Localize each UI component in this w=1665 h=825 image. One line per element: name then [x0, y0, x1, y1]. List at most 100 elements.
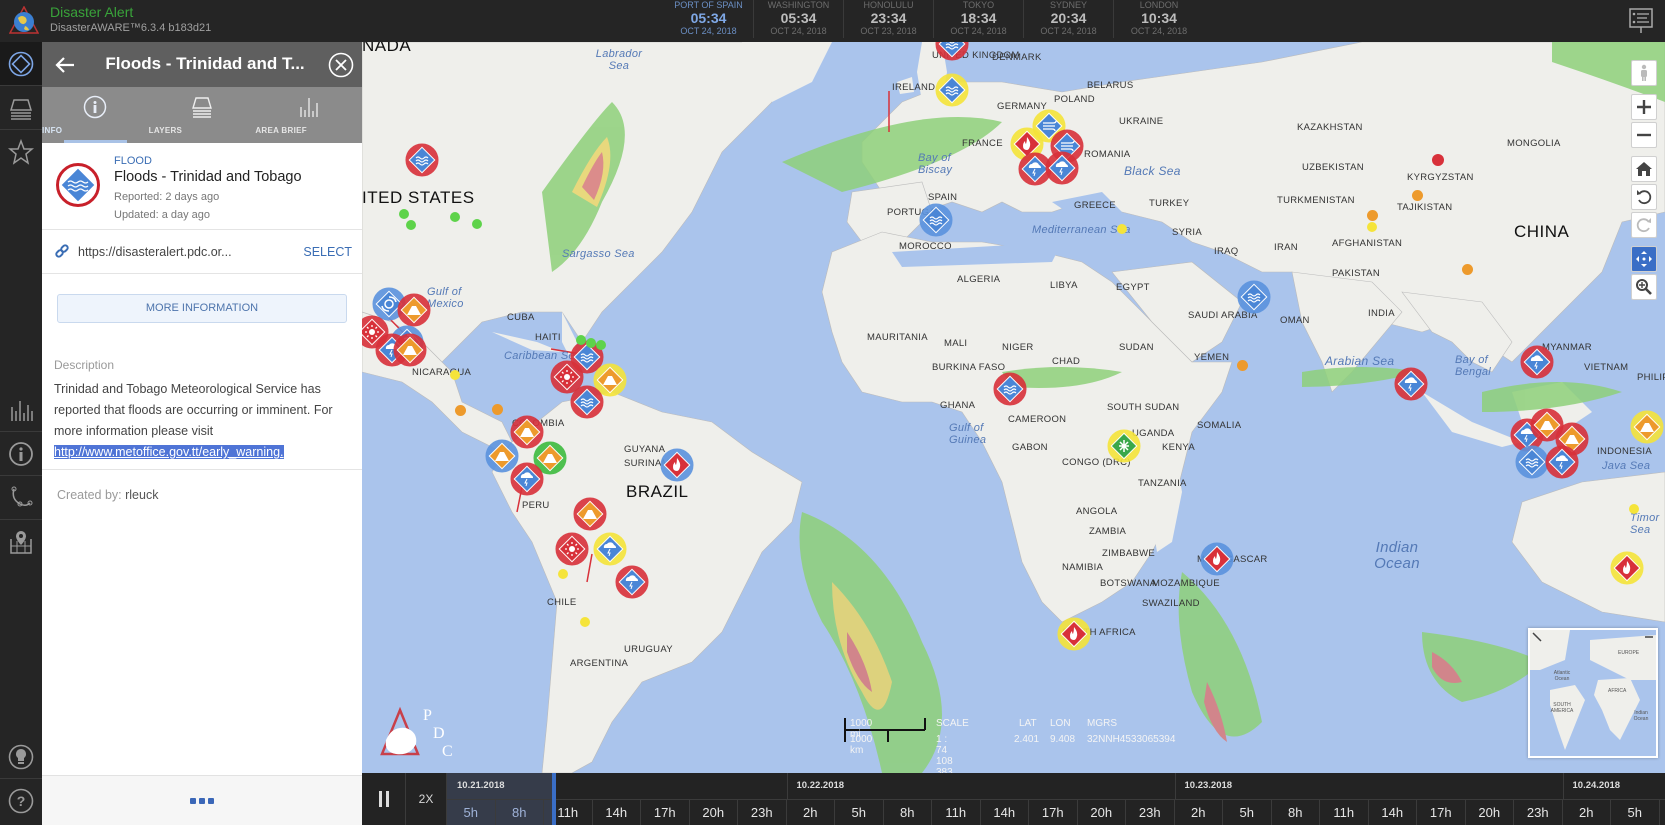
storm-marker[interactable]	[1520, 345, 1554, 379]
clock-port-of-spain[interactable]: PORT OF SPAIN 05:34 OCT 24, 2018	[664, 0, 754, 38]
zoom-out-button[interactable]	[1631, 122, 1657, 148]
street-view-button[interactable]	[1631, 60, 1657, 86]
wildfire-marker[interactable]	[1057, 617, 1091, 651]
timeline-hour[interactable]: 17h	[1029, 800, 1078, 825]
undo-button[interactable]	[1631, 184, 1657, 210]
alert-dot[interactable]	[1412, 190, 1423, 201]
clock-sydney[interactable]: SYDNEY 20:34 OCT 24, 2018	[1024, 0, 1114, 38]
tab-info[interactable]: INFO	[42, 87, 149, 143]
alert-dot[interactable]	[399, 209, 409, 219]
timeline-hour[interactable]: 11h	[932, 800, 981, 825]
timeline-hour[interactable]: 17h	[1417, 800, 1466, 825]
storm-marker[interactable]	[1545, 445, 1579, 479]
timeline-hour[interactable]: 8h	[1272, 800, 1320, 825]
overview-map[interactable]: EUROPE Atlantic Ocean AFRICA SOUTH AMERI…	[1528, 628, 1658, 758]
timeline-hour[interactable]: 2h	[1563, 800, 1611, 825]
alert-dot[interactable]	[1117, 224, 1127, 234]
rail-map-pin[interactable]	[0, 520, 42, 564]
flood-marker[interactable]	[935, 42, 969, 61]
alert-dot[interactable]	[1462, 264, 1473, 275]
alert-dot[interactable]	[586, 338, 596, 348]
alert-dot[interactable]	[406, 220, 416, 230]
alert-dot[interactable]	[1629, 504, 1639, 514]
storm-marker[interactable]	[615, 565, 649, 599]
more-information-button[interactable]: MORE INFORMATION	[57, 294, 347, 323]
alert-dot[interactable]	[455, 405, 466, 416]
storm-marker[interactable]	[593, 532, 627, 566]
storm-marker[interactable]	[1045, 151, 1079, 185]
rail-charts[interactable]	[0, 388, 42, 432]
rail-info[interactable]	[0, 432, 42, 476]
back-arrow-icon[interactable]	[52, 52, 78, 78]
timeline-hour[interactable]: 20h	[690, 800, 738, 825]
clock-honolulu[interactable]: HONOLULU 23:34 OCT 23, 2018	[844, 0, 934, 38]
biological-marker[interactable]	[1107, 429, 1141, 463]
volcano-marker[interactable]	[397, 293, 431, 327]
timeline-hour[interactable]: 14h	[593, 800, 641, 825]
alert-dot[interactable]	[450, 212, 460, 222]
alert-dot[interactable]	[492, 404, 503, 415]
select-link-button[interactable]: SELECT	[303, 245, 352, 259]
clock-washington[interactable]: WASHINGTON 05:34 OCT 24, 2018	[754, 0, 844, 38]
alert-dot[interactable]	[1367, 222, 1377, 232]
flood-marker[interactable]	[570, 385, 604, 419]
timeline-now-handle[interactable]	[552, 773, 556, 825]
redo-button[interactable]	[1631, 212, 1657, 238]
alert-dot[interactable]	[1367, 210, 1378, 221]
rail-hazards[interactable]	[0, 42, 42, 86]
alert-dot[interactable]	[576, 335, 586, 345]
volcano-marker[interactable]	[393, 333, 427, 367]
map-view[interactable]: NADA ITED STATES BRAZIL CHINA UNITED KIN…	[362, 42, 1665, 773]
timeline-hour[interactable]: 5h	[447, 800, 496, 825]
flood-marker[interactable]	[919, 203, 953, 237]
description-link[interactable]: http://www.metoffice.gov.tt/early_warnin…	[54, 445, 284, 459]
rail-help[interactable]: ?	[0, 779, 42, 823]
timeline-hour[interactable]: 14h	[1369, 800, 1417, 825]
expand-icon[interactable]	[1532, 632, 1542, 642]
share-link-url[interactable]: https://disasteralert.pdc.or...	[78, 245, 232, 259]
close-icon[interactable]	[328, 52, 354, 78]
zoom-in-button[interactable]	[1631, 94, 1657, 120]
flood-marker[interactable]	[935, 73, 969, 107]
timeline-hour[interactable]: 23h	[1514, 800, 1563, 825]
alert-dot[interactable]	[558, 569, 568, 579]
timeline-hour[interactable]: 20h	[1078, 800, 1126, 825]
volcano-marker[interactable]	[1630, 410, 1664, 444]
timeline-hour[interactable]: 23h	[1126, 800, 1175, 825]
timeline-hour[interactable]: 8h	[496, 800, 544, 825]
zoom-box-button[interactable]	[1631, 274, 1657, 300]
pause-button[interactable]	[362, 773, 406, 825]
rail-idea[interactable]	[0, 735, 42, 779]
timeline-hour[interactable]: 17h	[641, 800, 690, 825]
timeline-hour[interactable]: 11h	[1320, 800, 1369, 825]
timeline-hour[interactable]: 23h	[738, 800, 787, 825]
tab-layers[interactable]: LAYERS	[149, 87, 256, 143]
timeline-hour[interactable]: 8h	[884, 800, 932, 825]
alert-dot[interactable]	[472, 219, 482, 229]
timeline-hour[interactable]: 2h	[1175, 800, 1223, 825]
speed-button[interactable]: 2X	[406, 773, 447, 825]
heat-marker[interactable]	[555, 532, 589, 566]
alert-dot[interactable]	[596, 340, 606, 350]
timeline-hour[interactable]: 5h	[1223, 800, 1272, 825]
alert-dot[interactable]	[580, 617, 590, 627]
flood-marker[interactable]	[1237, 280, 1271, 314]
clock-london[interactable]: LONDON 10:34 OCT 24, 2018	[1114, 0, 1204, 38]
timeline-hour[interactable]: 5h	[835, 800, 884, 825]
clock-tokyo[interactable]: TOKYO 18:34 OCT 24, 2018	[934, 0, 1024, 38]
timeline-hour[interactable]: 20h	[1466, 800, 1514, 825]
timeline-hour[interactable]: 5h	[1611, 800, 1660, 825]
panel-more-menu[interactable]	[42, 775, 362, 825]
storm-marker[interactable]	[1394, 367, 1428, 401]
alert-dot[interactable]	[1237, 360, 1248, 371]
rail-favorites[interactable]	[0, 130, 42, 174]
rail-layers[interactable]	[0, 86, 42, 130]
pan-button[interactable]	[1631, 246, 1657, 272]
wildfire-marker[interactable]	[1200, 542, 1234, 576]
wildfire-marker[interactable]	[660, 448, 694, 482]
timeline-hour[interactable]: 2h	[787, 800, 835, 825]
timeline-hour[interactable]: 14h	[981, 800, 1029, 825]
legend-icon[interactable]	[1629, 8, 1653, 34]
volcano-marker[interactable]	[573, 497, 607, 531]
flood-marker[interactable]	[405, 143, 439, 177]
